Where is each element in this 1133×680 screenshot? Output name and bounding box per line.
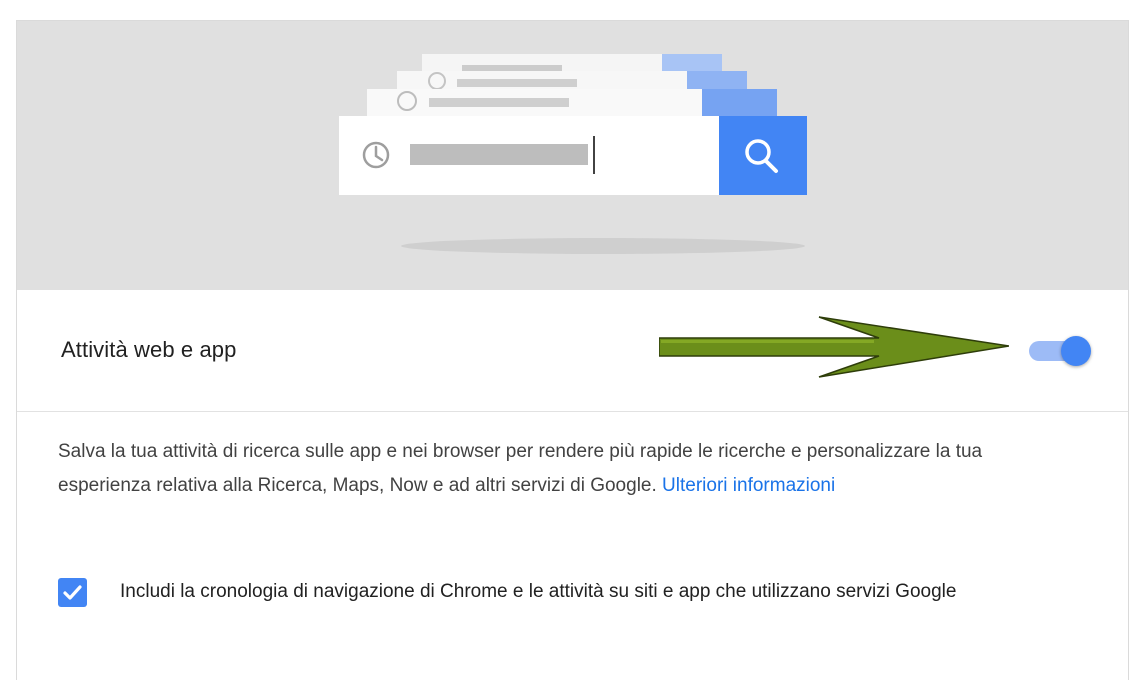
learn-more-link[interactable]: Ulteriori informazioni [662,475,835,496]
description-text: Salva la tua attività di ricerca sulle a… [58,441,983,496]
toggle-thumb [1061,336,1091,366]
hero-illustration [17,21,1128,290]
search-history-illustration [339,54,807,254]
green-arrow-icon [659,316,1009,378]
checkbox-label: Includi la cronologia di navigazione di … [120,581,957,602]
settings-card: Attività web e app Salva la tua attività… [16,20,1129,680]
setting-description: Salva la tua attività di ricerca sulle a… [58,435,1018,503]
activity-toggle-switch[interactable] [1027,334,1093,368]
web-app-activity-row: Attività web e app [17,290,1128,412]
setting-title: Attività web e app [61,337,237,362]
chrome-history-checkbox[interactable] [58,578,87,607]
checkmark-icon [63,585,82,600]
illustration-search-box [339,116,807,195]
